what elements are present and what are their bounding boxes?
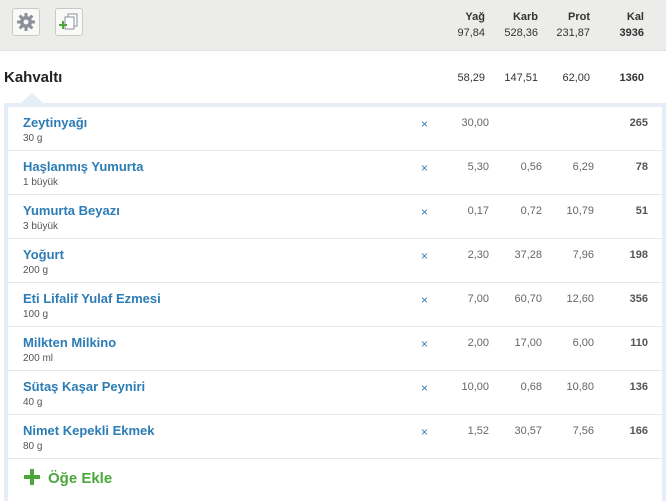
meal-title: Kahvaltı <box>4 69 63 86</box>
cal-column-header: Kal 3936 <box>620 10 644 40</box>
copy-add-icon <box>59 13 78 30</box>
food-fat: 1,52 <box>467 425 489 437</box>
carb-total: 528,36 <box>504 27 538 39</box>
food-row: Sütaş Kaşar Peyniri 40 g × 10,00 0,68 10… <box>8 371 662 415</box>
fat-label: Yağ <box>465 11 485 23</box>
meal-prot: 62,00 <box>562 72 590 84</box>
food-carb: 0,72 <box>520 205 542 217</box>
food-cal: 265 <box>629 117 648 129</box>
carb-column-header: Karb 528,36 <box>504 10 538 40</box>
food-fat: 30,00 <box>461 117 489 129</box>
food-cal: 136 <box>629 381 648 393</box>
food-qty: 1 büyük <box>23 177 59 188</box>
food-fat: 2,00 <box>467 337 489 349</box>
food-carb: 60,70 <box>514 293 542 305</box>
food-prot: 12,60 <box>566 293 594 305</box>
food-cal: 166 <box>629 425 648 437</box>
food-list-inner: Zeytinyağı 30 g × 30,00 265 Haşlanmış Yu… <box>8 107 662 501</box>
food-qty: 3 büyük <box>23 221 59 232</box>
delete-icon[interactable]: × <box>421 117 428 131</box>
copy-meal-button[interactable] <box>55 8 83 36</box>
food-carb: 0,68 <box>520 381 542 393</box>
plus-icon <box>24 469 40 485</box>
food-qty: 40 g <box>23 397 43 408</box>
food-name[interactable]: Yumurta Beyazı <box>23 203 120 218</box>
meal-header: Kahvaltı 58,29 147,51 62,00 1360 <box>0 60 666 104</box>
summary-bar: Yağ 97,84 Karb 528,36 Prot 231,87 Kal 39… <box>0 0 666 51</box>
food-name[interactable]: Eti Lifalif Yulaf Ezmesi <box>23 291 161 306</box>
food-carb: 0,56 <box>520 161 542 173</box>
add-item-label: Öğe Ekle <box>48 470 113 487</box>
food-qty: 30 g <box>23 133 43 144</box>
food-prot: 6,29 <box>572 161 594 173</box>
food-prot: 7,56 <box>572 425 594 437</box>
food-fat: 0,17 <box>467 205 489 217</box>
food-carb: 30,57 <box>514 425 542 437</box>
food-prot: 7,96 <box>572 249 594 261</box>
food-row: Nimet Kepekli Ekmek 80 g × 1,52 30,57 7,… <box>8 415 662 459</box>
cal-total: 3936 <box>619 27 644 39</box>
food-row: Milkten Milkino 200 ml × 2,00 17,00 6,00… <box>8 327 662 371</box>
food-row: Eti Lifalif Yulaf Ezmesi 100 g × 7,00 60… <box>8 283 662 327</box>
food-name[interactable]: Nimet Kepekli Ekmek <box>23 423 155 438</box>
food-cal: 110 <box>630 337 648 349</box>
food-fat: 2,30 <box>467 249 489 261</box>
meal-fat: 58,29 <box>457 72 485 84</box>
food-fat: 10,00 <box>461 381 489 393</box>
carb-label: Karb <box>512 11 538 23</box>
food-name[interactable]: Haşlanmış Yumurta <box>23 159 143 174</box>
food-row: Yumurta Beyazı 3 büyük × 0,17 0,72 10,79… <box>8 195 662 239</box>
food-name[interactable]: Yoğurt <box>23 247 64 262</box>
food-qty: 100 g <box>23 309 49 320</box>
food-qty: 80 g <box>23 441 43 452</box>
delete-icon[interactable]: × <box>421 425 428 439</box>
prot-label: Prot <box>568 11 590 23</box>
fat-total: 97,84 <box>457 27 485 39</box>
food-row: Haşlanmış Yumurta 1 büyük × 5,30 0,56 6,… <box>8 151 662 195</box>
delete-icon[interactable]: × <box>421 249 428 263</box>
food-row: Yoğurt 200 g × 2,30 37,28 7,96 198 <box>8 239 662 283</box>
food-cal: 198 <box>629 249 648 261</box>
food-cal: 78 <box>635 161 648 173</box>
food-prot: 6,00 <box>572 337 594 349</box>
food-qty: 200 g <box>23 265 49 276</box>
fat-column-header: Yağ 97,84 <box>457 10 485 40</box>
food-name[interactable]: Milkten Milkino <box>23 335 116 350</box>
prot-total: 231,87 <box>556 27 590 39</box>
food-list: Zeytinyağı 30 g × 30,00 265 Haşlanmış Yu… <box>4 103 666 501</box>
food-carb: 17,00 <box>514 337 542 349</box>
settings-button[interactable] <box>12 8 40 36</box>
food-cal: 51 <box>635 205 648 217</box>
meal-cal: 1360 <box>619 72 644 84</box>
food-row: Zeytinyağı 30 g × 30,00 265 <box>8 107 662 151</box>
food-prot: 10,80 <box>566 381 594 393</box>
gear-icon <box>17 13 35 31</box>
food-name[interactable]: Sütaş Kaşar Peyniri <box>23 379 145 394</box>
meal-carb: 147,51 <box>504 72 538 84</box>
food-fat: 7,00 <box>467 293 489 305</box>
add-item-button[interactable]: Öğe Ekle <box>24 469 112 487</box>
cal-label: Kal <box>626 11 644 23</box>
food-name[interactable]: Zeytinyağı <box>23 115 87 130</box>
delete-icon[interactable]: × <box>421 337 428 351</box>
delete-icon[interactable]: × <box>421 381 428 395</box>
food-cal: 356 <box>629 293 648 305</box>
prot-column-header: Prot 231,87 <box>556 10 590 40</box>
food-carb: 37,28 <box>514 249 542 261</box>
delete-icon[interactable]: × <box>421 205 428 219</box>
food-fat: 5,30 <box>467 161 489 173</box>
food-prot: 10,79 <box>566 205 594 217</box>
delete-icon[interactable]: × <box>421 161 428 175</box>
delete-icon[interactable]: × <box>421 293 428 307</box>
food-qty: 200 ml <box>23 353 54 364</box>
